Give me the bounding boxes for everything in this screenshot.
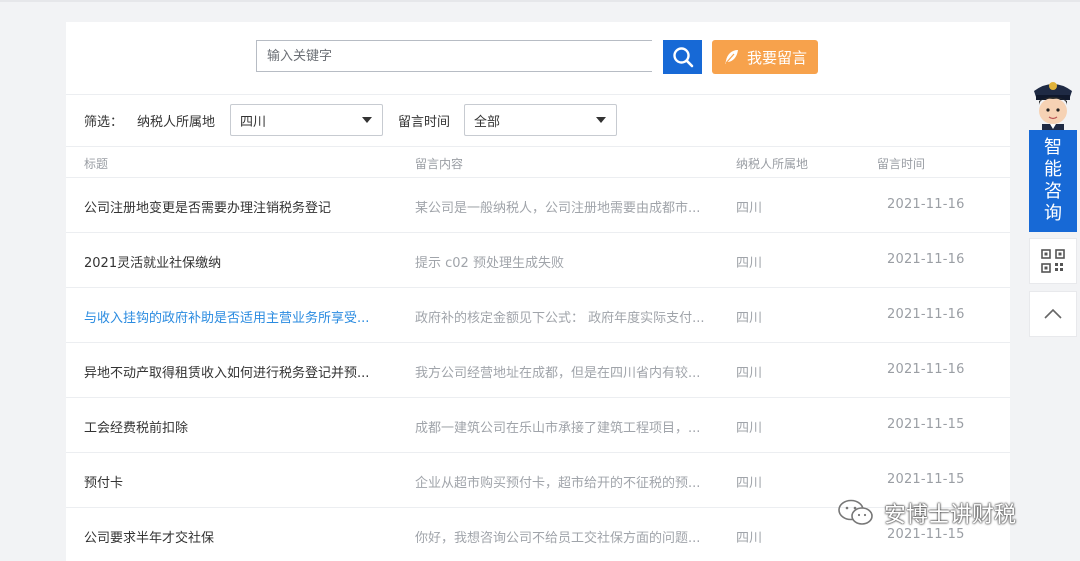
row-content: 某公司是一般纳税人，公司注册地需要由成都市... <box>415 201 701 216</box>
consult-char: 能 <box>1044 159 1062 180</box>
row-region: 四川 <box>736 366 763 381</box>
table-header: 标题 留言内容 纳税人所属地 留言时间 <box>66 147 1010 178</box>
row-date: 2021-11-15 <box>887 527 965 542</box>
row-title-link[interactable]: 2021灵活就业社保缴纳 <box>84 252 221 271</box>
column-header-content: 留言内容 <box>415 157 464 171</box>
wechat-icon <box>838 499 873 525</box>
row-region: 四川 <box>736 421 763 436</box>
region-select[interactable]: 四川 <box>230 104 383 136</box>
leave-message-button[interactable]: 我要留言 <box>712 40 818 74</box>
chevron-up-icon <box>1044 308 1062 319</box>
filter-label: 筛选： <box>84 115 124 130</box>
table-row[interactable]: 异地不动产取得租赁收入如何进行税务登记并预... 我方公司经营地址在成都，但是在… <box>66 343 1010 398</box>
row-region: 四川 <box>736 256 763 271</box>
column-header-title: 标题 <box>84 157 109 171</box>
row-region: 四川 <box>736 201 763 216</box>
row-content: 我方公司经营地址在成都，但是在四川省内有较... <box>415 366 701 381</box>
search-bar: 我要留言 <box>66 22 1010 95</box>
smart-consult-button[interactable]: 智 能 咨 询 <box>1029 130 1077 232</box>
row-content: 你好，我想咨询公司不给员工交社保方面的问题... <box>415 531 701 546</box>
row-date: 2021-11-16 <box>887 362 965 377</box>
row-region: 四川 <box>736 531 763 546</box>
row-date: 2021-11-16 <box>887 307 965 322</box>
consult-char: 询 <box>1044 203 1062 224</box>
dropdown-arrow-icon <box>362 117 372 123</box>
row-region: 四川 <box>736 311 763 326</box>
watermark: 安博士讲财税 <box>836 497 1016 529</box>
row-date: 2021-11-16 <box>887 197 965 212</box>
message-board-panel: 我要留言 筛选： 纳税人所属地 四川 留言时间 全部 标题 留言内容 纳税人所属… <box>66 22 1010 561</box>
back-to-top-button[interactable] <box>1029 291 1077 337</box>
row-date: 2021-11-15 <box>887 472 965 487</box>
table-row[interactable]: 与收入挂钩的政府补助是否适用主营业务所享受... 政府补的核定金额见下公式： 政… <box>66 288 1010 343</box>
search-icon <box>672 47 693 68</box>
row-title-link[interactable]: 异地不动产取得租赁收入如何进行税务登记并预... <box>84 362 369 381</box>
consult-char: 咨 <box>1044 181 1062 202</box>
filter-bar: 筛选： 纳税人所属地 四川 留言时间 全部 <box>66 95 1010 147</box>
table-row[interactable]: 公司注册地变更是否需要办理注销税务登记 某公司是一般纳税人，公司注册地需要由成都… <box>66 178 1010 233</box>
table-row[interactable]: 工会经费税前扣除 成都一建筑公司在乐山市承接了建筑工程项目，... 四川 202… <box>66 398 1010 453</box>
qr-code-button[interactable] <box>1029 238 1077 284</box>
row-title-link[interactable]: 预付卡 <box>84 472 123 491</box>
dropdown-arrow-icon <box>596 117 606 123</box>
row-title-link[interactable]: 工会经费税前扣除 <box>84 417 188 436</box>
row-content: 政府补的核定金额见下公式： 政府年度实际支付... <box>415 311 705 326</box>
assistant-avatar[interactable] <box>1028 75 1078 133</box>
watermark-text: 安博士讲财税 <box>884 503 1017 528</box>
consult-char: 智 <box>1044 137 1062 158</box>
leave-message-label: 我要留言 <box>746 48 807 67</box>
row-title-link[interactable]: 与收入挂钩的政府补助是否适用主营业务所享受... <box>84 307 369 326</box>
region-select-value: 四川 <box>240 114 267 130</box>
column-header-time: 留言时间 <box>877 157 926 171</box>
search-input[interactable] <box>256 40 652 72</box>
qr-code-icon <box>1041 249 1065 273</box>
time-select[interactable]: 全部 <box>464 104 617 136</box>
time-filter-label: 留言时间 <box>398 115 451 130</box>
search-button[interactable] <box>663 40 702 74</box>
row-title-link[interactable]: 公司注册地变更是否需要办理注销税务登记 <box>84 197 331 216</box>
row-content: 提示 c02 预处理生成失败 <box>415 256 564 271</box>
table-row[interactable]: 2021灵活就业社保缴纳 提示 c02 预处理生成失败 四川 2021-11-1… <box>66 233 1010 288</box>
row-region: 四川 <box>736 476 763 491</box>
page: 我要留言 筛选： 纳税人所属地 四川 留言时间 全部 标题 留言内容 纳税人所属… <box>0 0 1080 561</box>
region-filter-label: 纳税人所属地 <box>137 115 216 130</box>
feather-icon <box>724 50 738 64</box>
top-divider <box>0 0 1080 2</box>
row-content: 成都一建筑公司在乐山市承接了建筑工程项目，... <box>415 421 701 436</box>
row-date: 2021-11-16 <box>887 252 965 267</box>
row-date: 2021-11-15 <box>887 417 965 432</box>
column-header-region: 纳税人所属地 <box>736 157 809 171</box>
row-content: 企业从超市购买预付卡，超市给开的不征税的预... <box>415 476 701 491</box>
time-select-value: 全部 <box>474 114 501 130</box>
row-title-link[interactable]: 公司要求半年才交社保 <box>84 527 214 546</box>
